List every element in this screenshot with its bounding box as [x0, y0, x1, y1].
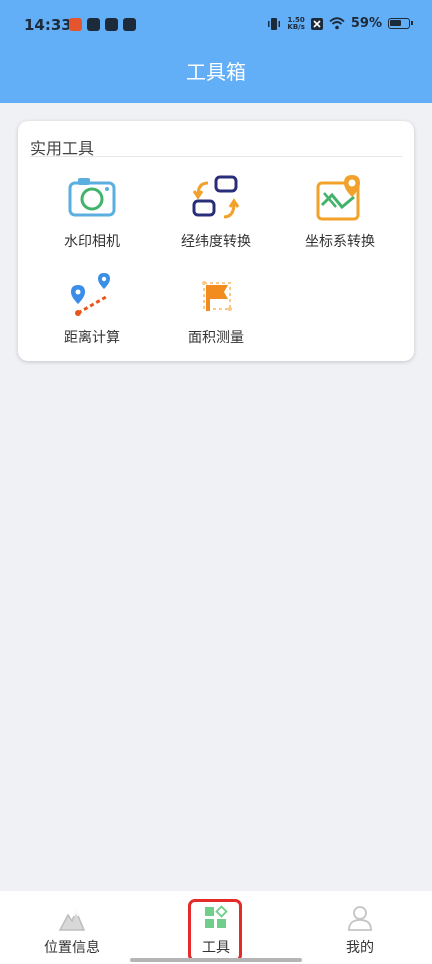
camera-icon [68, 178, 116, 217]
tool-label: 距离计算 [64, 330, 120, 346]
tool-label: 面积测量 [188, 330, 244, 346]
tool-coordinate-convert[interactable]: 坐标系转换 [274, 173, 406, 251]
notification-icons [69, 18, 136, 31]
tool-area-measure[interactable]: 面积测量 [150, 269, 282, 347]
battery-icon [388, 18, 413, 29]
tool-latlng-convert[interactable]: 经纬度转换 [150, 173, 282, 251]
nav-label: 我的 [346, 940, 374, 956]
status-bar: 14:33 1.50 KB/s 59% [0, 0, 432, 50]
map-pin-icon [316, 175, 360, 221]
tool-label: 水印相机 [64, 234, 120, 250]
wifi-icon [329, 17, 345, 30]
page-title: 工具箱 [186, 60, 246, 84]
active-tab-highlight [188, 899, 242, 962]
network-speed: 1.50 KB/s [287, 16, 305, 31]
tool-watermark-camera[interactable]: 水印相机 [26, 173, 158, 251]
app-notification-icon [123, 18, 136, 31]
distance-icon [71, 273, 110, 316]
nav-item-mine[interactable]: 我的 [288, 891, 432, 964]
app-header: 14:33 1.50 KB/s 59% 工具箱 [0, 0, 432, 103]
tool-label: 经纬度转换 [181, 234, 251, 250]
tools-card: 实用工具 水印相机 经纬度转换 坐标系转换 距离计算 面积测量 [18, 121, 414, 361]
app-notification-icon [69, 18, 82, 31]
home-indicator[interactable] [130, 958, 302, 962]
status-right: 1.50 KB/s 59% [267, 16, 413, 31]
nav-item-location-info[interactable]: 位置信息 [0, 891, 144, 964]
user-icon [348, 906, 372, 931]
nav-label: 位置信息 [44, 940, 100, 956]
status-time: 14:33 [24, 16, 72, 34]
vibrate-icon [268, 17, 281, 30]
app-notification-icon [105, 18, 118, 31]
mountain-icon [58, 908, 86, 931]
tool-label: 坐标系转换 [305, 234, 375, 250]
swap-icon [192, 175, 240, 219]
sim-icon [310, 17, 323, 30]
battery-percent: 59% [350, 16, 382, 31]
flag-icon [202, 281, 232, 311]
app-notification-icon [87, 18, 100, 31]
card-divider [30, 156, 402, 157]
tool-distance-calc[interactable]: 距离计算 [26, 269, 158, 347]
network-speed-unit: KB/s [287, 22, 305, 31]
